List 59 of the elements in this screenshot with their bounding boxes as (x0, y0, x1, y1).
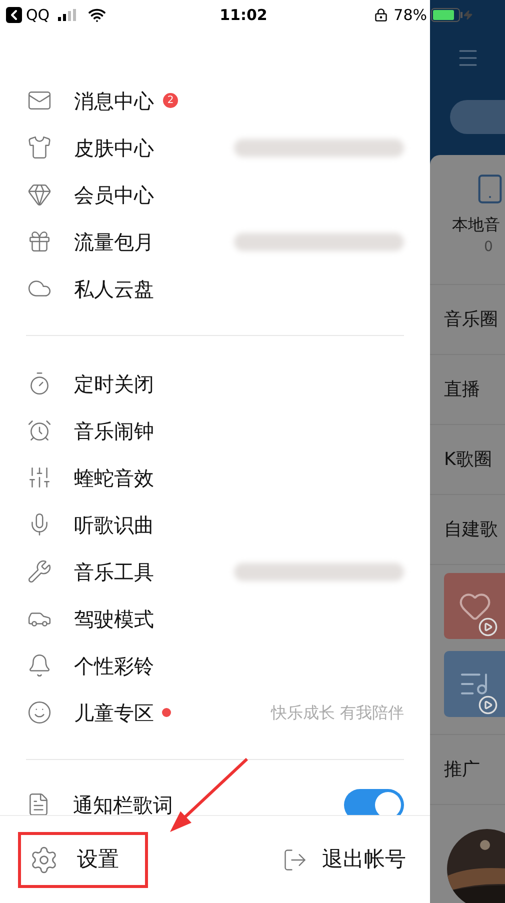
gift-icon (27, 229, 52, 254)
logout-icon (282, 846, 308, 872)
shirt-icon (27, 135, 52, 160)
clock-time: 11:02 (220, 4, 268, 26)
wifi-icon (88, 6, 106, 24)
bell-icon (27, 653, 52, 678)
section-label: 本地音 (452, 214, 500, 236)
list-label: 自建歌 (444, 518, 498, 542)
menu-item[interactable]: 皮肤中心 (0, 124, 430, 171)
menu-label: 个性彩铃 (74, 652, 154, 680)
menu-label: 驾驶模式 (74, 606, 154, 632)
menu-item[interactable]: 儿童专区 快乐成长 有我陪伴 (0, 689, 430, 736)
list-label: 直播 (444, 378, 480, 402)
menu-item[interactable]: 会员中心 (0, 171, 430, 218)
menu-item[interactable]: 个性彩铃 (0, 642, 430, 689)
play-icon (478, 617, 498, 637)
count-label: 0 (484, 238, 493, 257)
back-icon[interactable] (6, 7, 22, 23)
menu-label: 音乐闹钟 (74, 418, 154, 444)
menu-label: 通知栏歌词 (73, 792, 173, 815)
sliders-icon (27, 465, 52, 490)
menu-label: 皮肤中心 (74, 134, 154, 162)
rotation-lock-icon (374, 8, 388, 22)
menu-label: 流量包月 (74, 228, 154, 256)
settings-icon (29, 844, 59, 874)
menu-label: 儿童专区 (74, 700, 154, 726)
alarm-clock-icon (27, 418, 52, 443)
count-badge: 2 (163, 93, 178, 108)
charging-icon (463, 9, 473, 21)
settings-button[interactable]: 设置 (18, 832, 148, 888)
menu-item[interactable]: 流量包月 (0, 218, 430, 265)
menu-item[interactable]: 驾驶模式 (0, 595, 430, 642)
play-icon (478, 695, 498, 715)
list-label: 音乐圈 (444, 308, 498, 332)
menu-label: 音乐工具 (74, 558, 154, 586)
menu-item[interactable]: 音乐闹钟 (0, 407, 430, 454)
list-label: K歌圈 (444, 448, 492, 472)
battery-percent: 78% (394, 4, 427, 26)
menu-label: 蝰蛇音效 (74, 464, 154, 492)
diamond-icon (27, 182, 52, 207)
menu-note: 快乐成长 有我陪伴 (270, 702, 404, 724)
list-label: 推广 (444, 758, 480, 782)
menu-label: 会员中心 (74, 182, 154, 208)
menu-item[interactable]: 音乐工具 (0, 548, 430, 595)
menu-label: 定时关闭 (74, 370, 154, 398)
menu-item[interactable]: 消息中心 2 (0, 77, 430, 124)
back-app-label: QQ (26, 4, 50, 26)
menu-item[interactable]: 听歌识曲 (0, 501, 430, 548)
menu-item[interactable]: 蝰蛇音效 (0, 454, 430, 501)
menu-label: 消息中心 (74, 88, 154, 114)
menu-label: 私人云盘 (74, 276, 154, 302)
menu-label: 听歌识曲 (74, 512, 154, 538)
toggle-switch[interactable] (344, 788, 404, 815)
logout-button[interactable]: 退出帐号 (282, 844, 406, 876)
menu-item[interactable]: 定时关闭 (0, 360, 430, 407)
battery-icon (431, 8, 463, 22)
face-icon (27, 700, 52, 725)
menu-item[interactable]: 私人云盘 (0, 265, 430, 312)
wrench-icon (27, 559, 52, 584)
